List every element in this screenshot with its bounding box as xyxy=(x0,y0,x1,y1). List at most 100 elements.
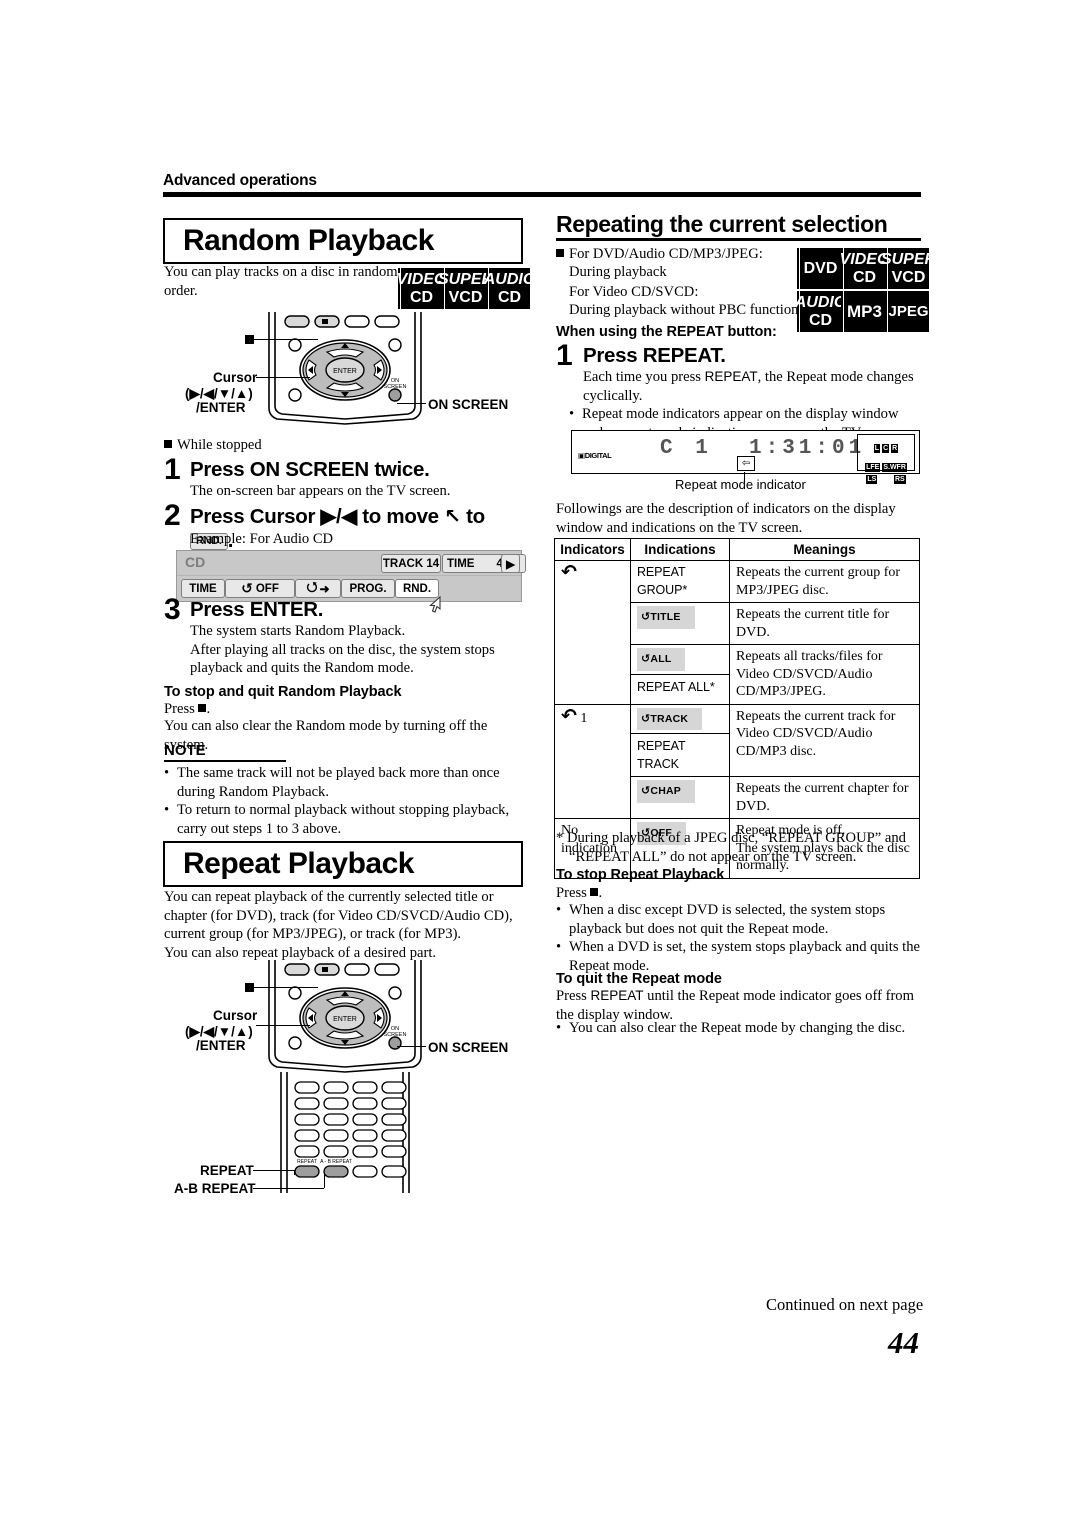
step-1-title: Press ON SCREEN twice. xyxy=(190,458,430,481)
repeat-label: REPEAT xyxy=(200,1163,254,1178)
random-playback-title-box: Random Playback xyxy=(163,218,523,264)
cell-indication-repeat-group: REPEAT GROUP* xyxy=(630,560,730,603)
stop-quit-heading: To stop and quit Random Playback xyxy=(164,684,402,700)
ab-repeat-label: A-B REPEAT xyxy=(174,1181,256,1196)
leader-stop-bottom xyxy=(254,987,318,989)
osb-item-prog[interactable]: PROG. xyxy=(341,579,395,598)
table-row: ↶ REPEAT GROUP* Repeats the current grou… xyxy=(554,560,920,705)
osb-track-chip[interactable]: TRACK 14 xyxy=(381,554,441,573)
chip-label: ALL xyxy=(650,653,672,665)
th-indicators: Indicators xyxy=(554,538,631,561)
leader-cursor-top xyxy=(256,377,310,379)
osb-item-time[interactable]: TIME xyxy=(181,579,225,598)
quit-repeat-heading: To quit the Repeat mode xyxy=(556,971,722,987)
loop-icon: ↺ xyxy=(641,784,651,797)
condition-line-1: For DVD/Audio CD/MP3/JPEG: xyxy=(569,246,763,262)
chip-all: ↺ALL xyxy=(637,648,686,671)
badge-main-label: MP3 xyxy=(847,301,882,321)
badge-top-label: SUPER xyxy=(880,250,937,268)
speaker-row-1: LCR xyxy=(858,435,914,455)
repeat-loop-icon: ↺ xyxy=(241,580,253,597)
speaker-row-2: LFE S.WFR xyxy=(858,455,914,474)
osb-item-repeat-off[interactable]: ↺ OFF xyxy=(225,579,295,598)
cell-indicator-loop-1: ↶ 1 xyxy=(554,703,631,819)
cell-indication-repeat-track: REPEAT TRACK xyxy=(631,733,729,773)
chip-title: ↺TITLE xyxy=(637,606,695,629)
speaker-ls: LS xyxy=(866,475,878,484)
leader-stop-top xyxy=(254,339,318,341)
step-2-body: Example: For Audio CD xyxy=(190,531,334,547)
th-meanings: Meanings xyxy=(729,538,920,561)
cursor-label2-line3: /ENTER xyxy=(196,1038,246,1053)
header-rule xyxy=(163,192,921,197)
step-2-title-a: Press Cursor ▶/◀ to move xyxy=(190,505,439,528)
stop-bullet-2: • When a DVD is set, the system stops pl… xyxy=(556,938,921,975)
osb-item-clock[interactable]: ⭯ ➜ xyxy=(295,579,341,598)
period: . xyxy=(598,885,603,901)
badge-main-label: CD xyxy=(852,268,877,286)
note-item-2: • To return to normal playback without s… xyxy=(164,801,520,838)
when-using-heading: When using the REPEAT button: xyxy=(556,324,777,340)
chip-label: TITLE xyxy=(650,611,681,623)
period: . xyxy=(206,701,211,717)
leader-onscreen-top xyxy=(397,403,426,405)
note-item-1-text: The same track will not be played back m… xyxy=(177,765,500,800)
step-3-number: 3 xyxy=(164,593,181,626)
cursor-arrow-icon: ↖ xyxy=(444,504,461,528)
section-header: Advanced operations xyxy=(163,172,317,189)
cell-indication-repeat-all: REPEAT ALL* xyxy=(631,673,729,697)
repeat-playback-intro: You can repeat playback of the currently… xyxy=(164,889,513,961)
cell-indication-title: ↺TITLE xyxy=(630,602,730,645)
step-1-number: 1 xyxy=(164,453,181,486)
bullet-dot-icon: • xyxy=(164,802,170,818)
leader-ab-repeat xyxy=(253,1188,324,1190)
speaker-l: L xyxy=(873,444,881,453)
stop-bullet-1-text: When a disc except DVD is selected, the … xyxy=(569,902,886,937)
loop-icon: ↺ xyxy=(641,652,651,665)
stop-quit-press: Press . xyxy=(164,700,210,719)
repeat-step-body: Each time you press REPEAT, the Repeat m… xyxy=(583,368,921,405)
press-word: Press xyxy=(556,885,587,901)
table-row: ↶ 1 ↺TRACK REPEAT TRACK Repeats the curr… xyxy=(554,703,920,819)
on-screen-bar: CD TRACK 14 TIME 4:58 ▶ TIME ↺ OFF ⭯ ➜ P… xyxy=(176,550,526,613)
remote-illustration-top: ENTER ON SCREEN xyxy=(268,312,422,425)
badge-super-vcd: SUPER VCD xyxy=(438,268,493,309)
repeat-keyword: REPEAT xyxy=(590,988,644,1003)
badge-top-label: AUDIO xyxy=(794,293,847,311)
chip-chap: ↺CHAP xyxy=(637,780,695,803)
repeating-title-rule xyxy=(556,238,921,241)
indication-label: REPEAT ALL* xyxy=(637,679,715,694)
step-1-body: The on-screen bar appears on the TV scre… xyxy=(190,483,451,499)
stop-icon-label-top xyxy=(245,335,254,344)
continued-label: Continued on next page xyxy=(766,1295,924,1314)
svg-text:SCREEN: SCREEN xyxy=(384,1032,407,1038)
table-footnote: * During playback of a JPEG disc, “REPEA… xyxy=(556,830,906,865)
table-header-row: Indicators Indications Meanings xyxy=(554,538,920,561)
note-heading: NOTE xyxy=(164,742,206,759)
indication-label: REPEAT GROUP* xyxy=(637,565,688,597)
badge-video-cd: VIDEO CD xyxy=(840,248,889,289)
while-stopped-bullet: While stopped xyxy=(164,436,424,455)
disc-badges-random: VIDEO CD SUPER VCD AUDIO CD xyxy=(397,268,535,309)
speaker-row-3: LS RS xyxy=(858,474,914,484)
press-word: Press xyxy=(556,988,587,1004)
on-screen-bar-row-bottom: TIME ↺ OFF ⭯ ➜ PROG. RND. xyxy=(177,575,521,613)
th-indications: Indications xyxy=(630,538,730,561)
on-screen-bar-row-top: CD TRACK 14 TIME 4:58 ▶ xyxy=(177,551,526,575)
cell-indicator-loop: ↶ xyxy=(554,560,631,705)
osb-play-chip[interactable]: ▶ xyxy=(501,554,520,573)
loop-icon: ↶ xyxy=(561,704,577,727)
badge-main-label: CD xyxy=(409,288,434,306)
bullet-dot-icon: • xyxy=(164,765,170,781)
remote-illustration-bottom: ENTER ON SCREEN REPEAT A - B REPEAT xyxy=(268,960,422,1193)
square-bullet-icon xyxy=(556,245,564,264)
badge-main-label: DVD xyxy=(803,259,838,277)
condition-line-3: For Video CD/SVCD: xyxy=(569,284,699,300)
display-time-value: 1:31:01 xyxy=(749,437,866,460)
repeat-playback-title-box: Repeat Playback xyxy=(163,841,523,887)
stop-quit-body: You can also clear the Random mode by tu… xyxy=(164,718,488,753)
table-intro: Followings are the description of indica… xyxy=(556,501,896,536)
stop-bullet-2-text: When a DVD is set, the system stops play… xyxy=(569,939,920,974)
bullet-dot-icon: • xyxy=(569,406,575,422)
condition-block: For DVD/Audio CD/MP3/JPEG: xyxy=(556,245,796,264)
